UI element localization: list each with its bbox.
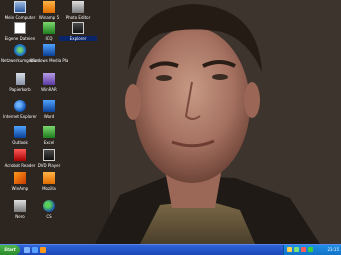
clock[interactable]: 23:15 bbox=[327, 245, 339, 255]
excel-icon bbox=[43, 126, 55, 138]
dvd-icon bbox=[43, 149, 55, 161]
photo-icon bbox=[72, 1, 84, 13]
computer-icon bbox=[14, 1, 26, 13]
media-player-icon[interactable] bbox=[40, 247, 46, 253]
desktop-icon-17[interactable]: CS bbox=[30, 200, 68, 232]
icon-label: WinRAR bbox=[41, 87, 57, 92]
browser-icon bbox=[43, 172, 55, 184]
pdf-icon bbox=[14, 149, 26, 161]
volume-icon[interactable] bbox=[287, 247, 292, 252]
taskbar: Start 23:15 bbox=[0, 244, 341, 255]
desktop[interactable]: Mein Computer Eigene Dateien Netzwerkumg… bbox=[0, 0, 341, 255]
messenger-icon[interactable] bbox=[308, 247, 313, 252]
word-icon bbox=[43, 100, 55, 112]
media-player-icon bbox=[43, 1, 55, 13]
system-tray: 23:15 bbox=[283, 245, 341, 255]
icon-label: DVD Player bbox=[37, 163, 61, 168]
icon-label: CS bbox=[46, 214, 52, 219]
game-icon bbox=[43, 200, 55, 212]
network-icon[interactable] bbox=[294, 247, 299, 252]
chat-icon bbox=[43, 22, 55, 34]
antivirus-icon[interactable] bbox=[301, 247, 306, 252]
archive-icon bbox=[43, 73, 55, 85]
media-player-icon bbox=[14, 172, 26, 184]
folder-icon bbox=[72, 22, 84, 34]
disc-icon bbox=[14, 200, 26, 212]
icon-label: Mozilla bbox=[42, 186, 56, 191]
icon-label: Word bbox=[43, 114, 55, 119]
windows-media-icon bbox=[43, 44, 55, 56]
recycle-bin-icon bbox=[15, 73, 25, 85]
start-button[interactable]: Start bbox=[0, 245, 20, 255]
documents-folder-icon bbox=[14, 22, 26, 34]
icon-label: Photo Editor bbox=[65, 15, 91, 20]
internet-explorer-icon[interactable] bbox=[32, 247, 38, 253]
mail-icon bbox=[14, 126, 26, 138]
desktop-icon[interactable] bbox=[24, 247, 30, 253]
desktop-icon-19[interactable]: Explorer bbox=[59, 22, 97, 54]
icon-label: Excel bbox=[43, 140, 55, 145]
internet-explorer-icon bbox=[14, 100, 26, 112]
network-icon bbox=[14, 44, 26, 56]
start-label: Start bbox=[4, 247, 16, 252]
icon-label: Explorer bbox=[59, 36, 97, 41]
icon-label: Windows Media Player bbox=[30, 58, 68, 63]
